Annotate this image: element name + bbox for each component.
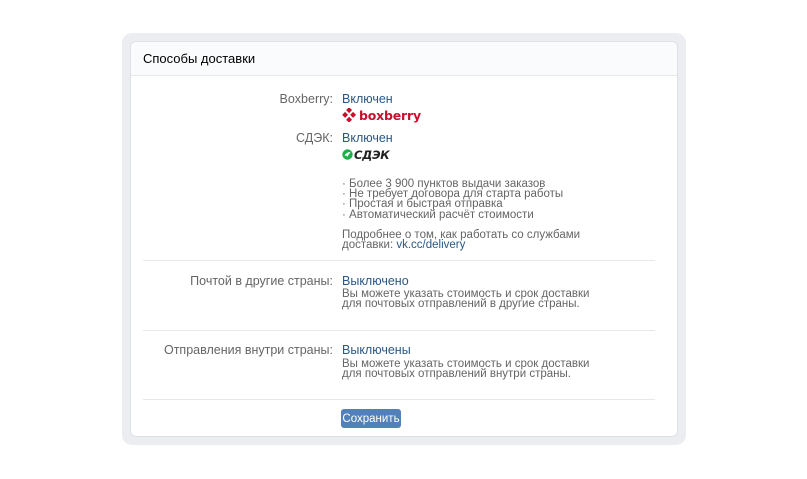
cdek-status-link[interactable]: Включен — [342, 131, 393, 145]
panel-title: Способы доставки — [143, 51, 256, 66]
section-divider — [143, 399, 655, 400]
save-button[interactable]: Сохранить — [341, 409, 401, 428]
card-header: Способы доставки — [131, 42, 677, 76]
section-divider — [143, 260, 655, 261]
delivery-methods-card: Способы доставки Boxberry: Включен boxbe… — [130, 41, 678, 437]
delivery-info-link[interactable]: vk.cc/delivery — [396, 239, 465, 251]
cdek-more-info: Подробнее о том, как работать со службам… — [342, 229, 580, 252]
boxberry-label: Boxberry: — [279, 92, 334, 106]
international-label: Почтой в другие страны: — [190, 274, 333, 288]
cdek-leaf-icon — [342, 149, 353, 160]
description-line: для почтовых отправлений в другие страны… — [342, 298, 580, 311]
domestic-status-link[interactable]: Выключены — [342, 343, 411, 357]
cdek-logo: СДЭК — [342, 147, 390, 162]
more-info-prefix: доставки: — [342, 239, 397, 252]
boxberry-berry-icon — [342, 108, 357, 122]
panel-frame: Способы доставки Boxberry: Включен boxbe… — [122, 33, 686, 445]
feature-item: · Автоматический расчёт стоимости — [342, 208, 534, 221]
boxberry-logo: boxberry — [342, 107, 421, 123]
cdek-label: СДЭК: — [296, 131, 333, 145]
section-divider — [143, 330, 655, 331]
domestic-description: Вы можете указать стоимость и срок доста… — [342, 358, 589, 381]
domestic-label: Отправления внутри страны: — [163, 343, 333, 357]
cdek-logo-text: СДЭК — [354, 147, 390, 162]
cdek-features-list: · Более 3 900 пунктов выдачи заказов · Н… — [342, 178, 563, 221]
boxberry-logo-text: boxberry — [359, 107, 421, 123]
international-description: Вы можете указать стоимость и срок доста… — [342, 288, 589, 311]
more-info-line2: доставки: vk.cc/delivery — [342, 239, 580, 252]
boxberry-status-link[interactable]: Включен — [342, 92, 393, 106]
international-status-link[interactable]: Выключено — [342, 274, 409, 288]
description-line: для почтовых отправлений внутри страны. — [342, 368, 571, 381]
